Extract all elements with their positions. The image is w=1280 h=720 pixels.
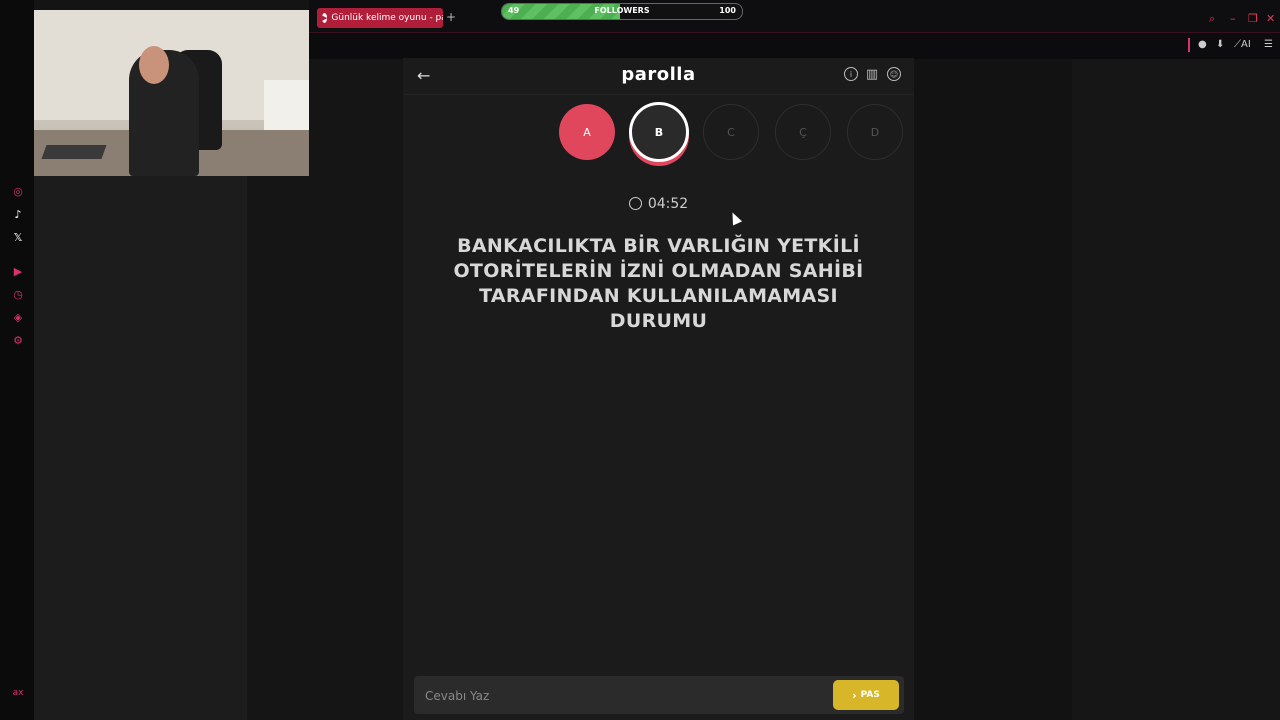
letter-bubble-a: A: [559, 104, 615, 160]
browser-rail: ◎ ♪ 𝕏 ▶ ◷ ◈ ⚙ ax: [0, 0, 34, 720]
restore-icon[interactable]: ❐: [1248, 12, 1258, 25]
question-text: BANKACILIKTA BİR VARLIĞIN YETKİLİ OTORİT…: [453, 235, 864, 332]
new-tab-button[interactable]: +: [446, 10, 456, 24]
instagram-icon[interactable]: ◎: [11, 184, 25, 198]
minimize-icon[interactable]: –: [1230, 12, 1236, 25]
ai-label: AI: [1241, 39, 1251, 50]
browser-toolbar: [309, 32, 1280, 59]
rail-logo: ax: [12, 688, 24, 698]
letter-bubble-c-cedilla: Ç: [775, 104, 831, 160]
toolbar-divider: [1188, 38, 1190, 52]
chat-icon[interactable]: ◈: [11, 310, 25, 324]
sidebar-panel: [34, 176, 247, 720]
page-title: parolla: [621, 64, 696, 85]
search-icon[interactable]: ⌕: [1209, 12, 1215, 26]
letter-bubble-c: C: [703, 104, 759, 160]
play-icon[interactable]: ▶: [11, 264, 25, 278]
tab-title: Günlük kelime oyunu - par: [331, 13, 443, 23]
followers-goal-bar: 49 FOLLOWERS 100: [501, 3, 743, 20]
download-icon[interactable]: ⬇: [1216, 39, 1224, 50]
tab-favicon-icon: ▶: [322, 13, 328, 23]
answer-bar: › PAS: [414, 676, 904, 716]
letter-bubble-d: D: [847, 104, 903, 160]
letter-bubble-b: B: [629, 102, 689, 162]
answer-input[interactable]: [414, 676, 827, 716]
page-gutter-right: [914, 58, 1072, 720]
timer-value: 04:52: [647, 196, 689, 212]
settings-icon[interactable]: ⚙: [11, 333, 25, 347]
tab-parolla[interactable]: ▶ Günlük kelime oyunu - par: [317, 8, 443, 28]
pass-label: PAS: [860, 690, 880, 700]
ai-icon[interactable]: ⟋AI: [1234, 39, 1251, 50]
menu-icon[interactable]: ☰: [1264, 39, 1273, 50]
clock-icon: [628, 197, 642, 210]
webcam-overlay: [34, 10, 309, 176]
chevron-right-icon: ›: [852, 688, 857, 702]
page-right-area: [1072, 58, 1280, 720]
person-icon[interactable]: ●: [1198, 39, 1207, 50]
followers-label: FOLLOWERS: [594, 6, 650, 15]
pass-button[interactable]: › PAS: [833, 680, 899, 710]
tiktok-icon[interactable]: ♪: [11, 207, 25, 221]
x-icon[interactable]: 𝕏: [11, 230, 25, 244]
history-icon[interactable]: ◷: [11, 287, 25, 301]
game-header: ← parolla i ▥ ☺: [403, 58, 914, 95]
countdown-timer: 04:52: [403, 196, 914, 212]
followers-goal: 100: [719, 6, 736, 15]
close-icon[interactable]: ✕: [1266, 12, 1275, 25]
stats-icon[interactable]: ▥: [865, 67, 879, 82]
game-panel: ← parolla i ▥ ☺ A B C Ç D 04:52 BANKACIL…: [403, 58, 914, 720]
info-icon[interactable]: i: [844, 67, 858, 81]
profile-icon[interactable]: ☺: [887, 67, 901, 81]
